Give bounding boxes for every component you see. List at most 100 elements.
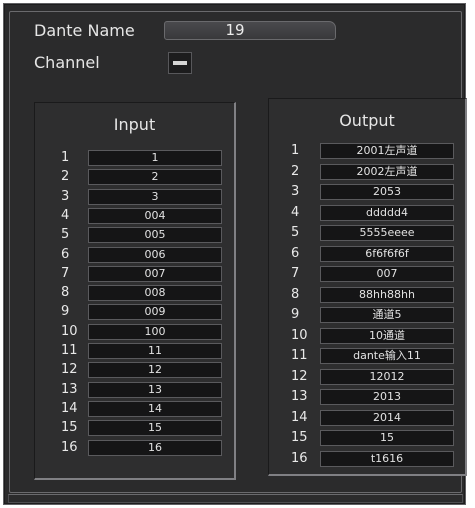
output-channel-row: 1 2001左声道 (269, 143, 465, 161)
output-channel-number: 6 (291, 245, 300, 261)
dante-config-panel: Dante Name 19 Channel Input 1 1 2 2 3 3 4 004 5 0… (3, 3, 467, 505)
input-channel-name-field[interactable]: 1 (88, 150, 222, 166)
input-channel-name-field[interactable]: 100 (88, 323, 222, 340)
output-channel-number: 14 (291, 409, 308, 425)
input-channel-name-field[interactable]: 3 (88, 188, 222, 205)
input-channel-number: 10 (61, 323, 78, 339)
output-channel-number: 11 (291, 348, 308, 363)
output-channel-name-field[interactable]: 2001左声道 (320, 143, 454, 159)
output-channel-name-field[interactable]: 12012 (320, 368, 454, 385)
output-channel-number: 13 (291, 389, 308, 404)
output-channel-number: 8 (291, 286, 300, 302)
output-channel-row: 7 007 (269, 266, 465, 284)
output-channel-name-field[interactable]: ddddd4 (320, 204, 454, 221)
input-channel-name-field[interactable]: 13 (88, 381, 222, 398)
output-title: Output (339, 111, 395, 130)
output-channel-number: 1 (291, 143, 300, 158)
channel-label: Channel (34, 53, 100, 72)
output-channel-row: 15 15 (269, 430, 465, 448)
output-channel-name-field[interactable]: 6f6f6f6f (320, 245, 454, 262)
output-channel-row: 10 10通道 (269, 327, 465, 346)
input-channel-number: 12 (61, 362, 78, 378)
input-channel-number: 8 (61, 285, 70, 301)
input-channel-name-field[interactable]: 2 (88, 169, 222, 186)
input-channel-number: 2 (61, 169, 70, 185)
output-channel-row: 11 dante输入11 (269, 348, 465, 366)
input-channel-row: 9 009 (35, 304, 234, 322)
output-channel-name-field[interactable]: 10通道 (320, 327, 454, 344)
output-channel-row: 13 2013 (269, 389, 465, 407)
output-channel-name-field[interactable]: 5555eeee (320, 225, 454, 241)
output-channel-name-field[interactable]: t1616 (320, 450, 454, 467)
input-channel-number: 6 (61, 246, 70, 262)
input-channel-row: 13 13 (35, 381, 234, 400)
input-channel-name-field[interactable]: 004 (88, 207, 222, 224)
input-channel-row: 33 (35, 188, 234, 207)
input-channel-name-field[interactable]: 16 (88, 439, 222, 456)
output-channel-name-field[interactable]: 2013 (320, 389, 454, 405)
input-channel-number: 11 (61, 343, 78, 358)
output-channel-row: 5 5555eeee (269, 225, 465, 243)
input-channel-name-field[interactable]: 12 (88, 362, 222, 379)
output-channel-name-field[interactable]: 15 (320, 430, 454, 446)
output-channel-name-field[interactable]: 2053 (320, 184, 454, 200)
input-channel-row: 7 007 (35, 265, 234, 284)
input-channel-row: 16 16 (35, 439, 234, 458)
output-channel-row: 14 2014 (269, 409, 465, 428)
input-channel-row: 12 12 (35, 362, 234, 380)
output-channel-row: 3 2053 (269, 184, 465, 202)
output-channel-number: 3 (291, 184, 300, 199)
input-channel-row: 5 005 (35, 227, 234, 245)
input-channel-name-field[interactable]: 11 (88, 343, 222, 359)
input-channel-number: 7 (61, 265, 70, 281)
output-channel-number: 10 (291, 327, 308, 343)
input-channel-number: 5 (61, 227, 70, 243)
input-channel-row: 14 14 (35, 400, 234, 419)
input-channel-number: 14 (61, 400, 78, 416)
input-channel-name-field[interactable]: 005 (88, 227, 222, 244)
output-channel-number: 4 (291, 204, 300, 220)
output-channel-name-field[interactable]: dante输入11 (320, 348, 454, 364)
output-channel-number: 7 (291, 266, 300, 281)
input-channel-name-field[interactable]: 14 (88, 400, 222, 417)
input-channel-name-field[interactable]: 008 (88, 285, 222, 302)
dante-name-label: Dante Name (34, 21, 135, 40)
input-channel-number: 3 (61, 188, 70, 204)
output-channel-row: 9 通道5 (269, 307, 465, 325)
minus-icon (173, 61, 187, 65)
output-channel-number: 2 (291, 163, 300, 179)
output-channel-number: 5 (291, 225, 300, 240)
output-channel-row: 8 88hh88hh (269, 286, 465, 305)
output-channel-number: 12 (291, 368, 308, 384)
output-channel-name-field[interactable]: 007 (320, 266, 454, 282)
channel-toggle-button[interactable] (168, 52, 192, 74)
input-channel-name-field[interactable]: 009 (88, 304, 222, 321)
output-channel-name-field[interactable]: 88hh88hh (320, 286, 454, 303)
output-channel-row: 16 t1616 (269, 450, 465, 469)
input-channel-number: 1 (61, 150, 70, 165)
input-channel-number: 13 (61, 381, 78, 397)
input-channel-number: 15 (61, 420, 78, 436)
output-channel-name-field[interactable]: 2002左声道 (320, 163, 454, 180)
output-group: Output 1 2001左声道 2 2002左声道 3 2053 4 ddddd4 5 5555… (268, 98, 467, 476)
output-channel-row: 12 12012 (269, 368, 465, 387)
output-channel-row: 4 ddddd4 (269, 204, 465, 223)
input-channel-name-field[interactable]: 15 (88, 420, 222, 437)
input-channel-row: 10 100 (35, 323, 234, 342)
output-channel-number: 9 (291, 307, 300, 322)
input-channel-name-field[interactable]: 007 (88, 265, 222, 282)
input-channel-row: 22 (35, 169, 234, 187)
input-channel-number: 16 (61, 439, 78, 455)
output-channel-name-field[interactable]: 2014 (320, 409, 454, 426)
input-channel-row: 4 004 (35, 207, 234, 226)
input-channel-row: 11 11 (35, 343, 234, 361)
input-title: Input (113, 115, 156, 134)
output-channel-name-field[interactable]: 通道5 (320, 307, 454, 323)
input-group: Input 1 1 2 2 3 3 4 004 5 005 6 006 7 007 8 008 9 009 10 10… (34, 102, 236, 480)
dante-name-field[interactable]: 19 (164, 21, 336, 40)
output-channel-row: 2 2002左声道 (269, 163, 465, 182)
input-channel-row: 11 (35, 150, 234, 168)
input-channel-row: 6 006 (35, 246, 234, 265)
input-channel-name-field[interactable]: 006 (88, 246, 222, 263)
output-channel-number: 16 (291, 450, 308, 466)
